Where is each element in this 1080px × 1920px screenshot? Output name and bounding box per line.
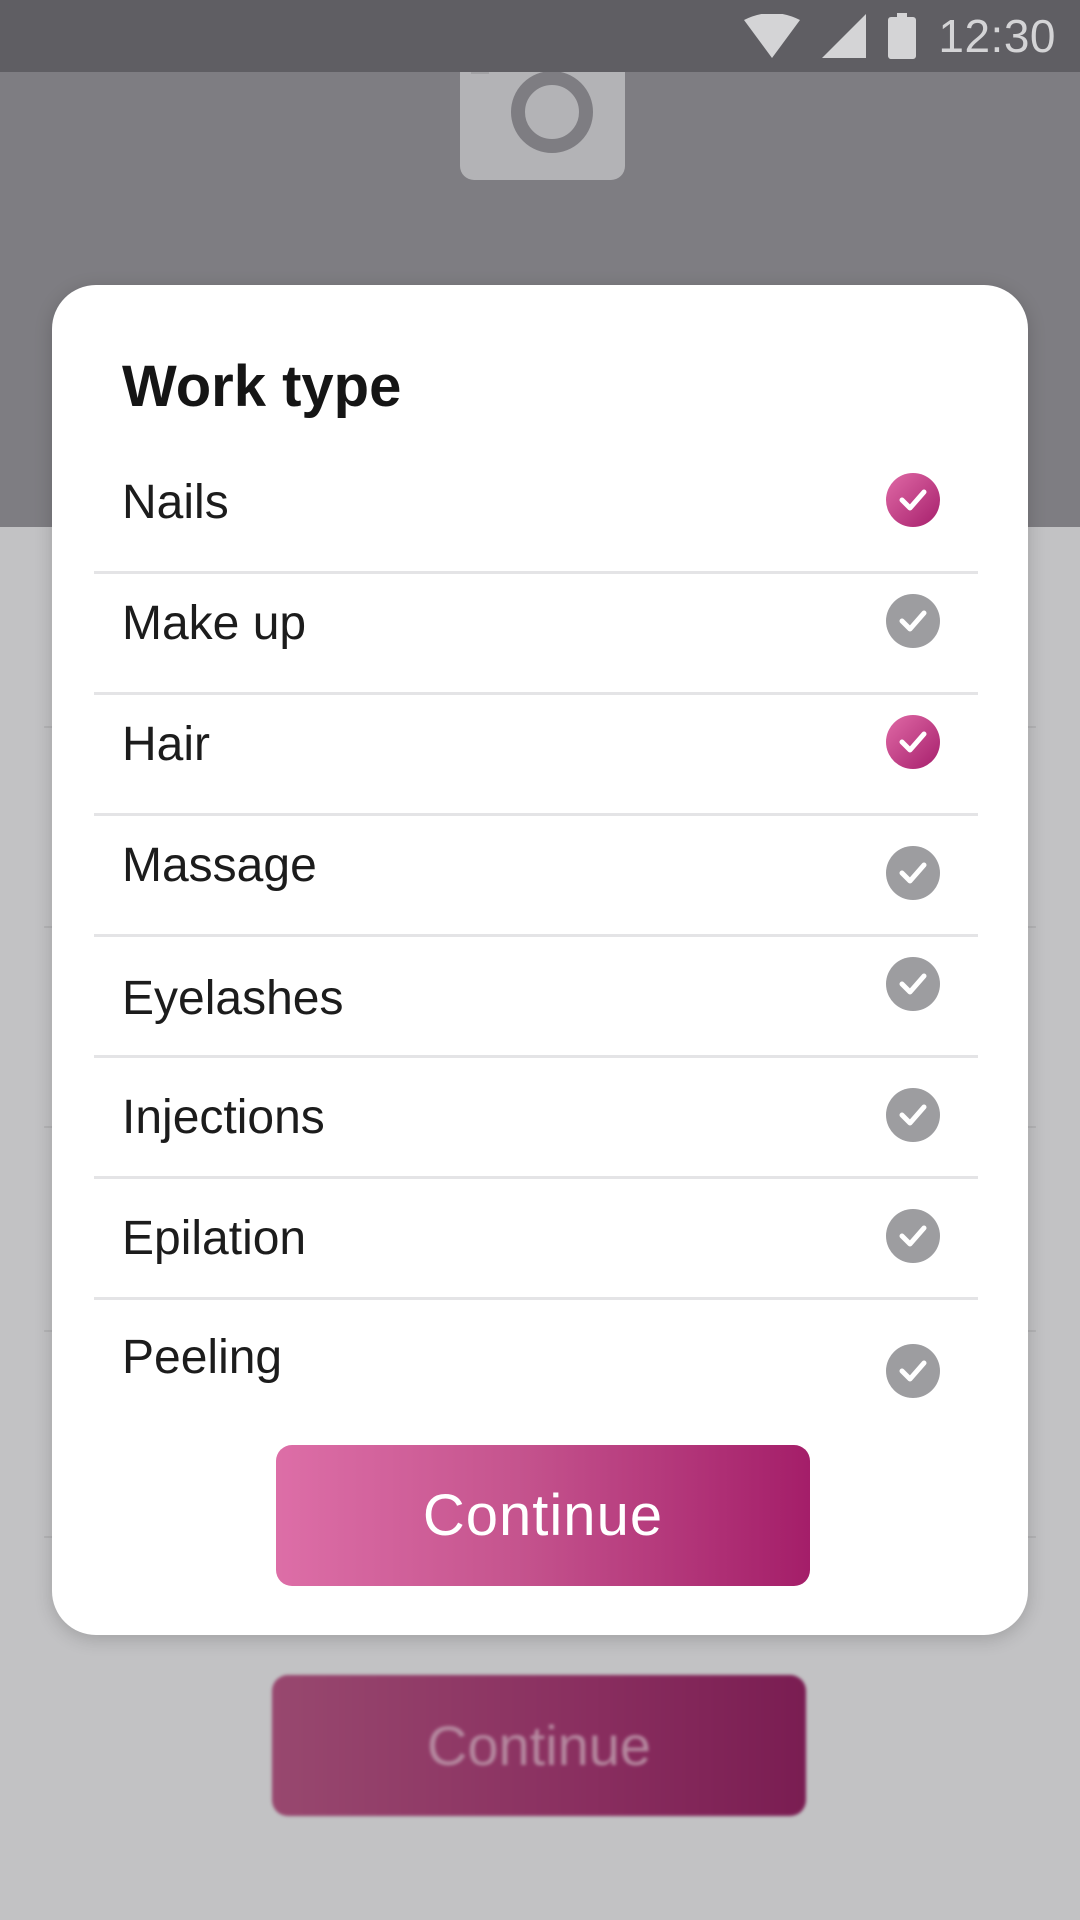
checkmark-icon[interactable] <box>886 594 940 648</box>
option-label: Eyelashes <box>122 972 344 1025</box>
option-injections[interactable]: Injections <box>94 1058 978 1179</box>
checkmark-icon[interactable] <box>886 473 940 527</box>
option-label: Massage <box>122 839 317 892</box>
work-type-dialog: Work type Nails Make up Hair Massage Eye… <box>52 285 1028 1635</box>
option-epilation[interactable]: Epilation <box>94 1179 978 1300</box>
option-label: Hair <box>122 718 211 771</box>
option-label: Nails <box>122 476 229 529</box>
option-peeling[interactable]: Peeling <box>94 1300 978 1421</box>
background-continue-button: Continue <box>272 1675 806 1816</box>
background-caption <box>400 265 680 285</box>
dialog-title: Work type <box>122 354 402 419</box>
clock: 12:30 <box>938 10 1056 62</box>
option-label: Injections <box>122 1091 325 1144</box>
checkmark-icon[interactable] <box>886 846 940 900</box>
option-massage[interactable]: Massage <box>94 816 978 937</box>
option-nails[interactable]: Nails <box>94 453 978 574</box>
continue-button[interactable]: Continue <box>276 1445 810 1586</box>
option-make-up[interactable]: Make up <box>94 574 978 695</box>
screen: Continue 12:30 Work type Nails Make up H… <box>0 0 1080 1920</box>
option-hair[interactable]: Hair <box>94 695 978 816</box>
signal-icon <box>822 14 867 58</box>
checkmark-icon[interactable] <box>886 1209 940 1263</box>
checkmark-icon[interactable] <box>886 957 940 1011</box>
wifi-icon <box>744 14 801 58</box>
checkmark-icon[interactable] <box>886 1088 940 1142</box>
option-label: Peeling <box>122 1331 283 1384</box>
status-bar: 12:30 <box>0 0 1080 72</box>
checkmark-icon[interactable] <box>886 715 940 769</box>
option-label: Make up <box>122 597 307 650</box>
battery-icon <box>888 13 917 59</box>
checkmark-icon[interactable] <box>886 1344 940 1398</box>
option-eyelashes[interactable]: Eyelashes <box>94 937 978 1058</box>
option-label: Epilation <box>122 1212 307 1265</box>
